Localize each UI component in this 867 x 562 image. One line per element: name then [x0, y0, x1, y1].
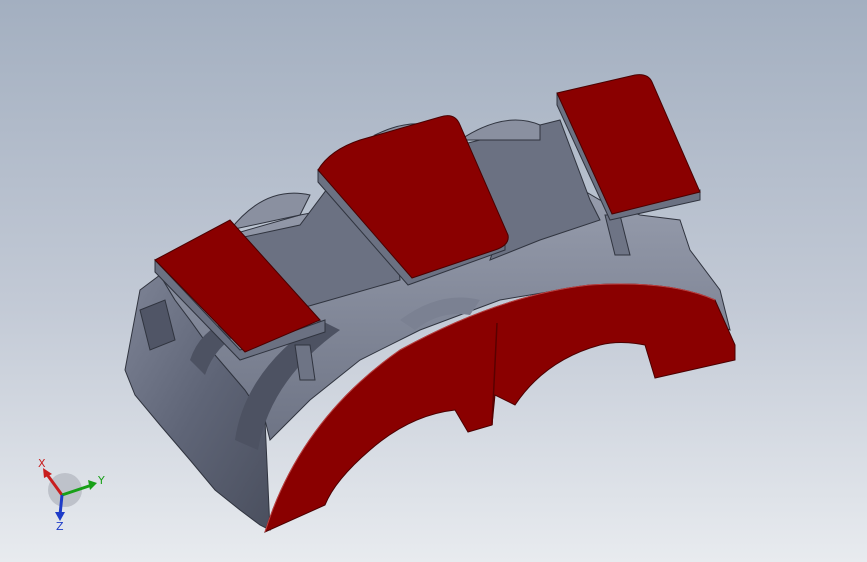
x-axis-label: X — [38, 457, 46, 470]
y-axis-label: Y — [97, 474, 105, 487]
axis-triad-icon[interactable]: X Y Z — [0, 0, 867, 562]
z-axis-label: Z — [56, 520, 64, 533]
y-axis-arrow — [88, 480, 97, 490]
cad-viewport[interactable]: X Y Z — [0, 0, 867, 562]
